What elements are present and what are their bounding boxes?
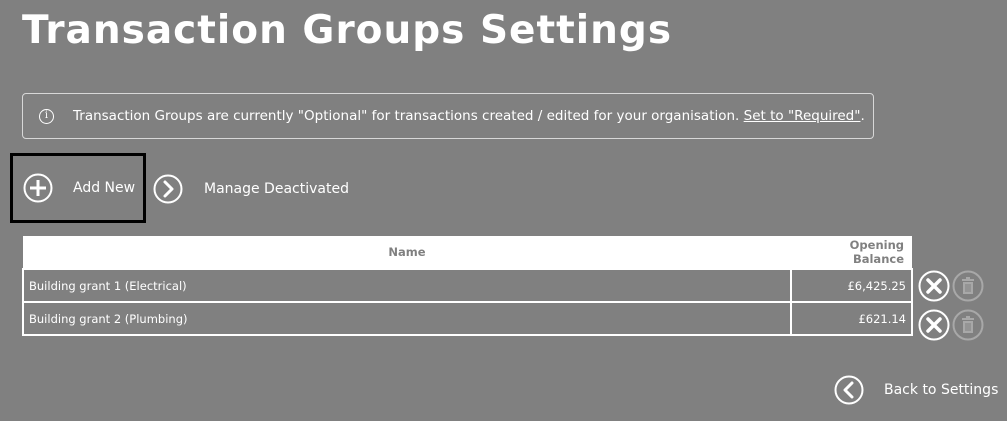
table-row[interactable]: Building grant 2 (Plumbing) £621.14 <box>22 301 913 336</box>
column-header-name[interactable]: Name <box>23 236 791 269</box>
trash-icon[interactable] <box>952 309 984 341</box>
chevron-right-circle-icon <box>153 174 183 204</box>
row-actions <box>918 309 984 341</box>
transaction-groups-table: Name Opening Balance Building grant 1 (E… <box>22 236 913 336</box>
transaction-groups-page: Transaction Groups Settings i Transactio… <box>0 0 1007 421</box>
page-title: Transaction Groups Settings <box>22 8 673 53</box>
info-message: Transaction Groups are currently "Option… <box>73 108 740 124</box>
back-to-settings-button[interactable]: Back to Settings <box>834 375 998 405</box>
info-suffix: . <box>860 108 865 124</box>
cell-group-name[interactable]: Building grant 2 (Plumbing) <box>22 301 792 336</box>
add-new-button[interactable]: Add New <box>10 153 146 223</box>
add-new-label: Add New <box>73 180 136 196</box>
table-row[interactable]: Building grant 1 (Electrical) £6,425.25 <box>22 268 913 303</box>
set-required-link[interactable]: Set to "Required" <box>744 108 861 124</box>
column-header-opening-balance[interactable]: Opening Balance <box>791 236 912 269</box>
close-circle-icon[interactable] <box>918 309 950 341</box>
close-circle-icon[interactable] <box>918 270 950 302</box>
trash-icon[interactable] <box>952 270 984 302</box>
info-icon: i <box>39 108 54 124</box>
cell-opening-balance[interactable]: £6,425.25 <box>790 268 913 303</box>
manage-deactivated-label: Manage Deactivated <box>204 181 349 197</box>
table-header-row: Name Opening Balance <box>23 236 912 269</box>
cell-group-name[interactable]: Building grant 1 (Electrical) <box>22 268 792 303</box>
row-actions <box>918 270 984 302</box>
back-to-settings-label: Back to Settings <box>884 382 999 398</box>
manage-deactivated-button[interactable]: Manage Deactivated <box>153 174 349 204</box>
info-banner: i Transaction Groups are currently "Opti… <box>22 93 874 139</box>
chevron-left-circle-icon <box>834 375 864 405</box>
plus-circle-icon <box>23 173 53 203</box>
cell-opening-balance[interactable]: £621.14 <box>790 301 913 336</box>
